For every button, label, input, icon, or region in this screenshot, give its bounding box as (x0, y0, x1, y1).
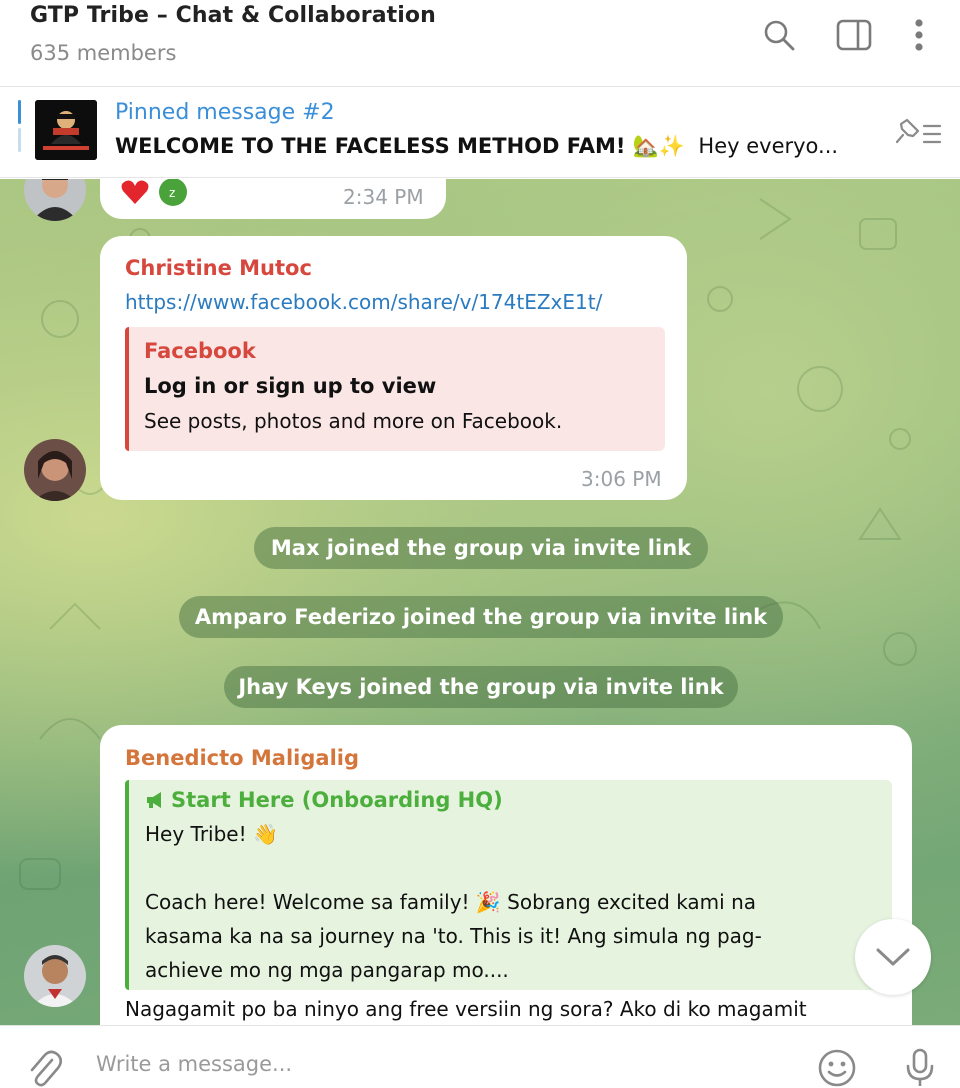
chat-header: GTP Tribe – Chat & Collaboration 635 mem… (0, 0, 960, 87)
link-preview[interactable]: Facebook Log in or sign up to view See p… (125, 327, 665, 451)
quote-accent-bar (125, 780, 129, 990)
pinned-indicator-secondary (18, 128, 21, 152)
sender-name[interactable]: Benedicto Maligalig (125, 746, 359, 770)
sidebar-toggle-icon[interactable] (835, 16, 873, 54)
chevron-down-icon (876, 948, 910, 966)
scroll-to-bottom-button[interactable] (855, 919, 931, 995)
message-bubble-christine[interactable]: Christine Mutoc https://www.facebook.com… (100, 236, 687, 500)
quote-line: Hey Tribe! 👋 (145, 822, 278, 846)
message-time: 3:06 PM (581, 467, 662, 491)
quote-title-text: Start Here (Onboarding HQ) (171, 788, 503, 812)
avatar-benedicto[interactable] (24, 945, 86, 1007)
message-bubble-benedicto[interactable]: Benedicto Maligalig Start Here (Onboardi… (100, 725, 912, 1025)
preview-description: See posts, photos and more on Facebook. (144, 409, 563, 433)
preview-site-name: Facebook (144, 339, 256, 363)
preview-accent-bar (125, 327, 129, 451)
message-list[interactable]: z 2:34 PM Christine Mutoc https://www.fa… (0, 179, 960, 1025)
pinned-headline: WELCOME TO THE FACELESS METHOD FAM! 🏡✨ (115, 134, 686, 158)
service-message: Max joined the group via invite link (254, 527, 708, 569)
quote-title: Start Here (Onboarding HQ) (145, 788, 503, 812)
service-message: Jhay Keys joined the group via invite li… (224, 666, 738, 708)
member-count: 635 members (30, 41, 177, 65)
service-message: Amparo Federizo joined the group via inv… (179, 596, 783, 638)
pinned-thumbnail (35, 100, 97, 160)
preview-title: Log in or sign up to view (144, 374, 437, 398)
quote-line: kasama ka na sa journey na 'to. This is … (145, 924, 762, 948)
message-text: Nagagamit po ba ninyo ang free versiin n… (125, 997, 807, 1021)
search-icon[interactable] (760, 16, 798, 54)
message-time: 2:34 PM (343, 185, 424, 209)
megaphone-icon (147, 792, 161, 808)
pinned-message-bar[interactable]: Pinned message #2 WELCOME TO THE FACELES… (0, 88, 960, 178)
quote-line: achieve mo ng mga pangarap mo.... (145, 958, 509, 982)
pinned-preview-text: WELCOME TO THE FACELESS METHOD FAM! 🏡✨ H… (115, 134, 838, 159)
pinned-list-icon[interactable] (894, 116, 944, 150)
message-input[interactable]: Write a message... (96, 1052, 292, 1076)
pinned-label: Pinned message #2 (115, 100, 335, 125)
message-link[interactable]: https://www.facebook.com/share/v/174tEZx… (125, 290, 602, 314)
composer: Write a message... (0, 1025, 960, 1088)
heart-reaction-icon[interactable] (120, 179, 150, 207)
attach-icon[interactable] (22, 1046, 66, 1088)
chat-title[interactable]: GTP Tribe – Chat & Collaboration (30, 3, 436, 28)
message-bubble[interactable]: z 2:34 PM (100, 179, 446, 219)
pinned-snippet: Hey everyo... (698, 134, 839, 158)
reaction-group[interactable]: z (120, 179, 190, 207)
quoted-message[interactable]: Start Here (Onboarding HQ) Hey Tribe! 👋 … (125, 780, 892, 990)
pinned-indicator (18, 100, 21, 124)
sleep-reaction-icon[interactable]: z (156, 179, 190, 207)
sender-name[interactable]: Christine Mutoc (125, 256, 312, 280)
quote-line: Coach here! Welcome sa family! 🎉 Sobrang… (145, 890, 757, 914)
svg-text:z: z (169, 186, 175, 200)
microphone-icon[interactable] (898, 1046, 942, 1088)
more-options-icon[interactable] (900, 16, 938, 54)
avatar-christine[interactable] (24, 439, 86, 501)
emoji-icon[interactable] (815, 1046, 859, 1088)
